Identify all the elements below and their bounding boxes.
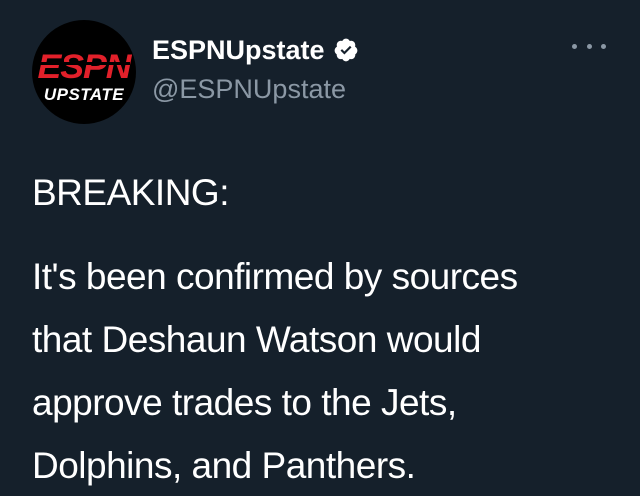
avatar-logo-upstate: UPSTATE bbox=[43, 85, 125, 104]
more-dot bbox=[572, 43, 577, 49]
tweet-body-line: It's been confirmed by sources bbox=[32, 256, 518, 297]
avatar[interactable]: ESPN UPSTATE bbox=[32, 20, 136, 124]
more-dot bbox=[601, 43, 606, 49]
tweet-body: It's been confirmed by sources that Desh… bbox=[32, 245, 622, 496]
tweet-body-line: that Deshaun Watson would bbox=[32, 319, 481, 360]
author-display-name[interactable]: ESPNUpstate bbox=[152, 33, 325, 67]
verified-badge-icon bbox=[333, 37, 359, 63]
more-dot bbox=[586, 43, 592, 49]
author-handle[interactable]: @ESPNUpstate bbox=[152, 72, 346, 106]
avatar-logo-espn: ESPN bbox=[37, 48, 131, 86]
avatar-logo-stripe bbox=[38, 62, 130, 65]
author-name-row[interactable]: ESPNUpstate bbox=[152, 33, 359, 67]
more-options-icon[interactable] bbox=[572, 36, 606, 56]
tweet-body-line: approve trades to the Jets, bbox=[32, 382, 457, 423]
tweet-body-line: Dolphins, and Panthers. bbox=[32, 445, 416, 486]
tweet-card: ESPN UPSTATE ESPNUpstate @ESPNUpstate BR… bbox=[0, 0, 640, 496]
tweet-heading: BREAKING: bbox=[32, 172, 230, 213]
